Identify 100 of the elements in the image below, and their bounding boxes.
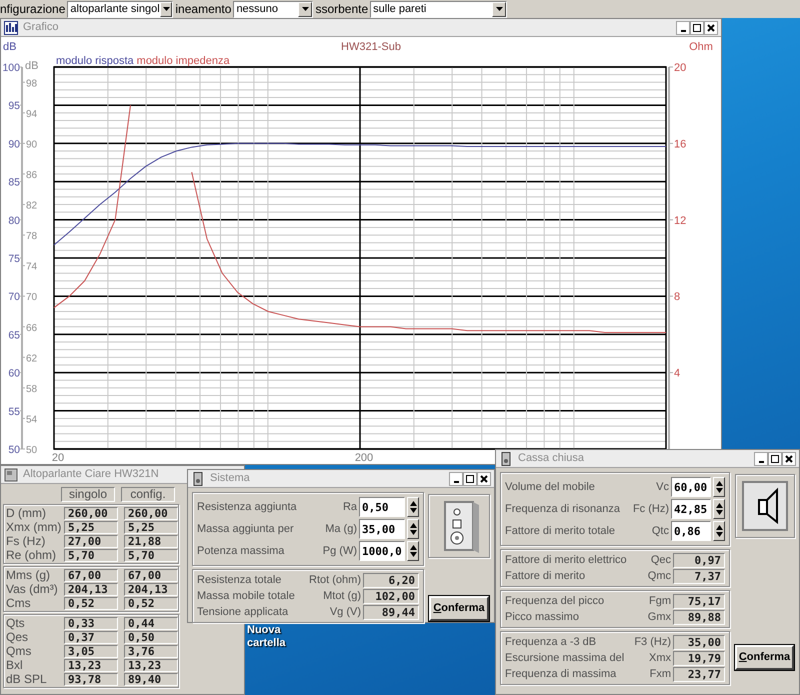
field-label: Fattore di merito totale [505, 524, 616, 539]
symbol-label: F3 (Hz) [634, 634, 671, 650]
number-field[interactable]: 1000,0 [359, 541, 405, 561]
maximize-icon [692, 22, 702, 32]
dropdown[interactable]: nessuno [233, 0, 314, 18]
column-header: singolo [61, 487, 115, 502]
field-label: Frequenza di risonanza [505, 502, 621, 517]
field-label: Picco massimo [505, 610, 580, 625]
value-field: 5,70 [64, 548, 118, 562]
spin-button[interactable] [713, 521, 725, 541]
dropdown-button[interactable] [492, 2, 506, 16]
field-label: Volume del mobile [505, 480, 596, 495]
dropdown[interactable]: altoparlante singol [67, 0, 174, 18]
field-label: Mms (g) [6, 569, 51, 581]
axis-title: dB [25, 60, 38, 72]
value-field: 260,00 [64, 506, 118, 520]
spin-arrows-icon [410, 545, 416, 557]
value-field: 89,44 [363, 604, 419, 620]
value-field: 5,25 [64, 520, 118, 534]
spin-button[interactable] [713, 477, 725, 497]
spin-arrows-icon [716, 503, 722, 515]
field-label: Bxl [6, 659, 24, 671]
symbol-label: Vg (V) [330, 604, 361, 620]
number-field[interactable]: 60,00 [671, 477, 711, 497]
value-field: 89,40 [124, 672, 178, 686]
dropdown[interactable]: sulle pareti [370, 0, 508, 18]
desktop-icon-label[interactable]: Nuova cartella [247, 624, 309, 650]
spin-button[interactable] [407, 541, 419, 561]
close-button[interactable] [704, 20, 718, 34]
close-button[interactable] [782, 452, 796, 466]
tick-label: 58 [26, 384, 38, 395]
value-field: 204,13 [124, 582, 178, 596]
value-field: 19,79 [673, 650, 725, 666]
tick-label: 54 [26, 414, 38, 426]
tick-label: 74 [26, 262, 38, 273]
field-label: ineamento [175, 1, 232, 18]
value-field: 102,00 [363, 588, 419, 604]
number-field[interactable]: 0,86 [671, 521, 711, 541]
value-field: 93,78 [64, 672, 118, 686]
close-button[interactable] [477, 472, 491, 486]
symbol-label: Xmx [649, 650, 671, 666]
window-icon [4, 468, 18, 482]
number-field[interactable]: 35,00 [359, 519, 405, 539]
tick-label: 85 [8, 176, 20, 189]
field-label: Tensione applicata [197, 604, 290, 620]
window-icon [499, 452, 513, 466]
field-label: D (mm) [6, 507, 47, 519]
field-label: Massa mobile totale [197, 588, 296, 604]
minimize-button[interactable] [754, 452, 768, 466]
tick-label: 75 [8, 253, 20, 265]
maximize-button[interactable] [768, 452, 782, 466]
dropdown-button[interactable] [160, 2, 172, 16]
tick-label: 60 [8, 368, 20, 380]
value-field: 67,00 [64, 568, 118, 582]
minimize-button[interactable] [449, 472, 463, 486]
tick-label: 80 [8, 214, 20, 227]
tick-label: 66 [26, 322, 38, 334]
value-field: 23,77 [673, 666, 725, 682]
minimize-icon [758, 460, 764, 462]
symbol-label: Ra [342, 500, 357, 515]
window-title: Cassa chiusa [518, 451, 584, 466]
chart-title: HW321-Sub [341, 41, 401, 53]
minimize-button[interactable] [676, 20, 690, 34]
value-field: 260,00 [124, 506, 178, 520]
symbol-label: Qmc [648, 568, 671, 584]
legend-label: modulo impedenza [136, 55, 230, 67]
value-field: 5,25 [124, 520, 178, 534]
value-field: 0,44 [124, 616, 178, 630]
confirm-button[interactable]: Conferma [734, 645, 794, 670]
caret-icon [496, 7, 503, 11]
value-field: 3,76 [124, 644, 178, 658]
tick-label: 62 [26, 353, 38, 364]
field-label: Vas (dm³) [6, 583, 58, 595]
field-label: Frequenza del picco [505, 594, 606, 609]
spin-arrows-icon [410, 523, 416, 535]
tick-label: 4 [674, 368, 680, 380]
maximize-button[interactable] [690, 20, 704, 34]
number-field[interactable]: 42,85 [671, 499, 711, 519]
field-label: Frequenza di massima [505, 666, 618, 682]
maximize-button[interactable] [463, 472, 477, 486]
tick-label: 78 [26, 231, 38, 242]
symbol-label: Mtot (g) [323, 588, 361, 604]
symbol-label: Rtot (ohm) [309, 572, 361, 588]
spin-button[interactable] [407, 497, 419, 517]
number-field[interactable]: 0,50 [359, 497, 405, 517]
field-label: Qes [6, 631, 30, 643]
spin-arrows-icon [716, 481, 722, 493]
confirm-button[interactable]: Conferma [429, 596, 489, 621]
dropdown-button[interactable] [298, 2, 312, 16]
spin-button[interactable] [407, 519, 419, 539]
field-label: Resistenza totale [197, 572, 282, 588]
spin-button[interactable] [713, 499, 725, 519]
symbol-label: Ma (g) [325, 522, 357, 537]
field-label: Fattore di merito [505, 568, 586, 584]
window-title: Sistema [210, 471, 250, 486]
minimize-icon [454, 480, 458, 482]
value-field: 204,13 [64, 582, 118, 596]
close-icon [706, 22, 716, 32]
legend-label: modulo risposta [56, 55, 134, 67]
tick-label: 94 [26, 108, 38, 120]
